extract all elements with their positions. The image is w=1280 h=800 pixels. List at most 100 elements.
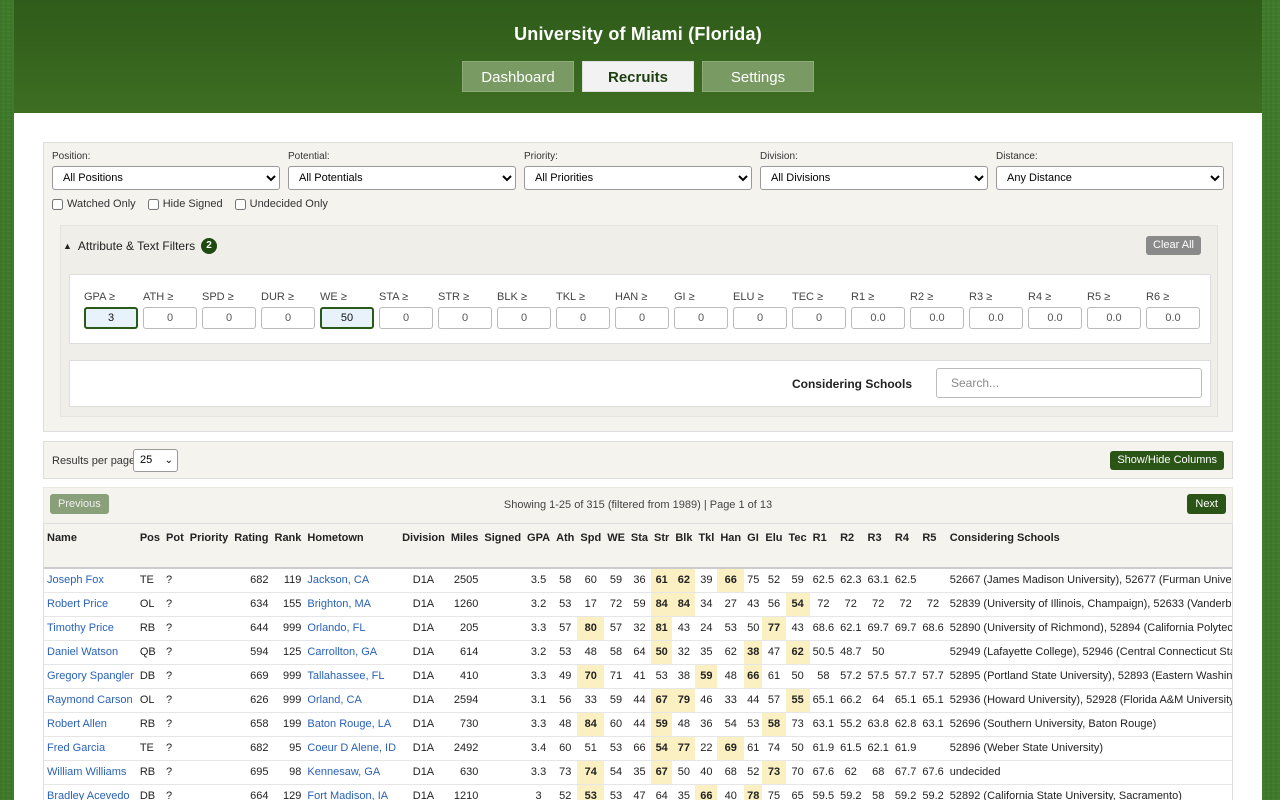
cell-name[interactable]: Robert Price xyxy=(44,592,137,617)
attr-filter-input[interactable]: 3 xyxy=(84,307,138,329)
recruit-name-link[interactable]: Robert Allen xyxy=(47,718,107,730)
column-header-pos[interactable]: Pos xyxy=(136,524,164,569)
column-header-spd[interactable]: Spd xyxy=(577,524,605,569)
column-header-hometown[interactable]: Hometown xyxy=(304,524,400,569)
hometown-link[interactable]: Carrollton, GA xyxy=(307,646,377,658)
cell-name[interactable]: Bradley Acevedo xyxy=(44,784,137,800)
division-select[interactable]: All Divisions xyxy=(760,166,988,190)
cell-name[interactable]: Gregory Spangler xyxy=(44,664,137,689)
attr-filter-input[interactable]: 0 xyxy=(143,307,197,329)
schools-search-input[interactable]: Search... xyxy=(936,368,1202,398)
hometown-link[interactable]: Jackson, CA xyxy=(307,574,369,586)
attribute-filters-toggle[interactable]: ▲ Attribute & Text Filters 2 xyxy=(61,226,1217,256)
undecided-only-option[interactable]: Undecided Only xyxy=(234,198,328,210)
recruit-name-link[interactable]: Daniel Watson xyxy=(47,646,118,658)
attr-filter-input[interactable]: 0.0 xyxy=(910,307,964,329)
hide-signed-checkbox[interactable] xyxy=(147,198,159,210)
column-header-division[interactable]: Division xyxy=(399,524,448,569)
distance-select[interactable]: Any Distance xyxy=(996,166,1224,190)
column-header-han[interactable]: Han xyxy=(717,524,745,569)
attr-filter-input[interactable]: 0.0 xyxy=(1087,307,1141,329)
watched-only-checkbox[interactable] xyxy=(52,198,63,210)
column-header-tkl[interactable]: Tkl xyxy=(695,524,718,569)
recruit-name-link[interactable]: Bradley Acevedo xyxy=(47,790,130,800)
column-header-r1[interactable]: R1 xyxy=(809,524,838,569)
potential-select[interactable]: All Potentials xyxy=(288,166,516,190)
attr-filter-input[interactable]: 0 xyxy=(792,307,846,329)
hometown-link[interactable]: Baton Rouge, LA xyxy=(307,718,391,730)
column-header-tec[interactable]: Tec xyxy=(785,524,810,569)
attr-filter-input[interactable]: 0.0 xyxy=(1146,307,1200,329)
hide-signed-option[interactable]: Hide Signed xyxy=(147,198,223,210)
column-header-priority[interactable]: Priority xyxy=(186,524,232,569)
attr-filter-input[interactable]: 0 xyxy=(556,307,610,329)
table-row[interactable]: William Williams RB? 695 98 Kennesaw, GA D1A 6… xyxy=(44,760,1232,785)
column-header-gpa[interactable]: GPA xyxy=(524,524,554,569)
cell-name[interactable]: William Williams xyxy=(44,760,137,785)
column-header-r3[interactable]: R3 xyxy=(864,524,892,569)
tab-settings[interactable]: Settings xyxy=(702,61,814,92)
attr-filter-input[interactable]: 0.0 xyxy=(969,307,1023,329)
recruit-name-link[interactable]: William Williams xyxy=(47,766,126,778)
show-hide-columns-button[interactable]: Show/Hide Columns xyxy=(1110,451,1224,470)
table-row[interactable]: Robert Price OL? 634 155 Brighton, MA D1A 1260… xyxy=(44,592,1232,617)
attr-filter-input[interactable]: 0.0 xyxy=(1028,307,1082,329)
column-header-miles[interactable]: Miles xyxy=(447,524,482,569)
column-header-name[interactable]: Name xyxy=(44,524,137,569)
attr-filter-input[interactable]: 0 xyxy=(379,307,433,329)
cell-name[interactable]: Robert Allen xyxy=(44,712,137,737)
cell-name[interactable]: Raymond Carson xyxy=(44,688,137,713)
clear-all-button[interactable]: Clear All xyxy=(1146,236,1201,255)
table-row[interactable]: Timothy Price RB? 644 999 Orlando, FL D1A 205 3… xyxy=(44,616,1232,641)
table-row[interactable]: Raymond Carson OL? 626 999 Orland, CA D1A 2594… xyxy=(44,688,1232,713)
column-header-r5[interactable]: R5 xyxy=(919,524,947,569)
cell-hometown[interactable]: Jackson, CA xyxy=(304,568,400,593)
cell-name[interactable]: Fred Garcia xyxy=(44,736,137,761)
cell-name[interactable]: Timothy Price xyxy=(44,616,137,641)
column-header-rating[interactable]: Rating xyxy=(231,524,272,569)
column-header-str[interactable]: Str xyxy=(651,524,673,569)
tab-recruits[interactable]: Recruits xyxy=(582,61,694,92)
column-header-elu[interactable]: Elu xyxy=(762,524,786,569)
attr-filter-input[interactable]: 0 xyxy=(733,307,787,329)
cell-hometown[interactable]: Carrollton, GA xyxy=(304,640,400,665)
column-header-ath[interactable]: Ath xyxy=(553,524,578,569)
recruit-name-link[interactable]: Robert Price xyxy=(47,598,108,610)
table-row[interactable]: Robert Allen RB? 658 199 Baton Rouge, LA D1A 7… xyxy=(44,712,1232,737)
attr-filter-input[interactable]: 0 xyxy=(615,307,669,329)
table-row[interactable]: Bradley Acevedo DB? 664 129 Fort Madison, IA… xyxy=(44,784,1232,800)
attr-filter-input[interactable]: 0.0 xyxy=(851,307,905,329)
recruit-name-link[interactable]: Gregory Spangler xyxy=(47,670,134,682)
cell-name[interactable]: Joseph Fox xyxy=(44,568,137,593)
results-per-page-select[interactable]: 25 ⌄ xyxy=(133,449,178,472)
column-header-we[interactable]: WE xyxy=(604,524,628,569)
recruit-name-link[interactable]: Timothy Price xyxy=(47,622,114,634)
hometown-link[interactable]: Kennesaw, GA xyxy=(307,766,380,778)
column-header-gi[interactable]: GI xyxy=(744,524,763,569)
column-header-sta[interactable]: Sta xyxy=(627,524,652,569)
column-header-signed[interactable]: Signed xyxy=(481,524,525,569)
cell-name[interactable]: Daniel Watson xyxy=(44,640,137,665)
column-header-r2[interactable]: R2 xyxy=(837,524,865,569)
cell-hometown[interactable]: Fort Madison, IA xyxy=(304,784,400,800)
priority-select[interactable]: All Priorities xyxy=(524,166,752,190)
tab-dashboard[interactable]: Dashboard xyxy=(462,61,574,92)
cell-hometown[interactable]: Kennesaw, GA xyxy=(304,760,400,785)
column-header-rank[interactable]: Rank xyxy=(271,524,305,569)
recruit-name-link[interactable]: Joseph Fox xyxy=(47,574,104,586)
column-header-pot[interactable]: Pot xyxy=(163,524,187,569)
table-row[interactable]: Daniel Watson QB? 594 125 Carrollton, GA D1A 6… xyxy=(44,640,1232,665)
attr-filter-input[interactable]: 0 xyxy=(497,307,551,329)
table-row[interactable]: Fred Garcia TE? 682 95 Coeur D Alene, ID D1A 2… xyxy=(44,736,1232,761)
column-header-considering-schools[interactable]: Considering Schools xyxy=(946,524,1232,569)
position-select[interactable]: All Positions xyxy=(52,166,280,190)
cell-hometown[interactable]: Orland, CA xyxy=(304,688,400,713)
hometown-link[interactable]: Fort Madison, IA xyxy=(307,790,388,800)
table-row[interactable]: Joseph Fox TE? 682 119 Jackson, CA D1A 2505 3.5… xyxy=(44,568,1232,593)
watched-only-option[interactable]: Watched Only xyxy=(52,198,136,210)
attr-filter-input[interactable]: 0 xyxy=(674,307,728,329)
attr-filter-input[interactable]: 0 xyxy=(202,307,256,329)
hometown-link[interactable]: Orland, CA xyxy=(307,694,361,706)
cell-hometown[interactable]: Orlando, FL xyxy=(304,616,400,641)
attr-filter-input[interactable]: 0 xyxy=(261,307,315,329)
